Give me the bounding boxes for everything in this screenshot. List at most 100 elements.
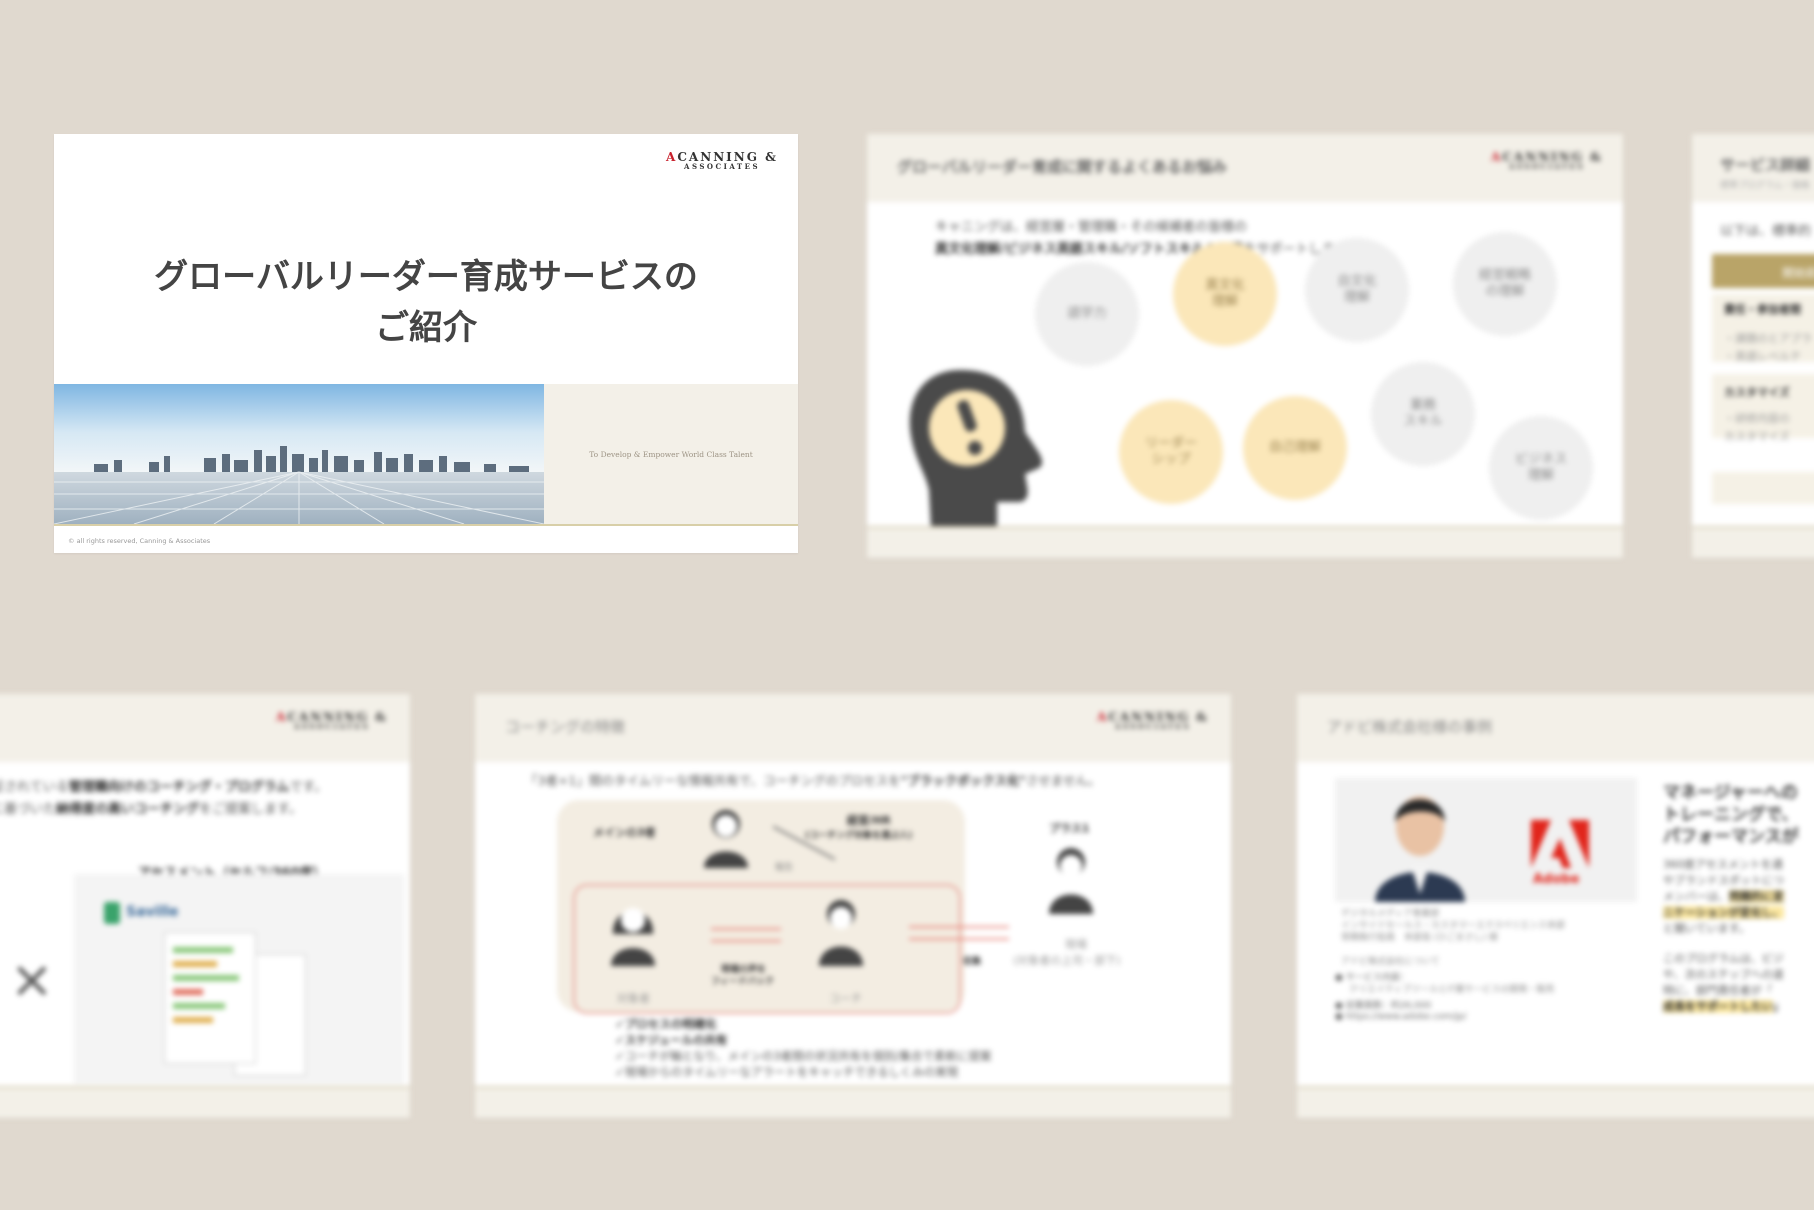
executive-label: 経営/HR bbox=[847, 814, 891, 827]
slide-header-title: サービス詳細 bbox=[1720, 156, 1811, 174]
intro-bold: "ブラックボックス化" bbox=[900, 773, 1026, 788]
bullet-3: ✓コーチが軸となり、メインの3者間の状況共有を個別/集合で柔軟に提案 bbox=[615, 1049, 992, 1063]
assessment-panel: Saville bbox=[74, 874, 404, 1084]
section2-item2: カスタマイズ bbox=[1724, 430, 1790, 443]
target-label: 対象者 bbox=[617, 992, 650, 1005]
skill-circle-intercultural: 異文化 理解 bbox=[1173, 242, 1277, 346]
case-photo: Adobe bbox=[1335, 778, 1637, 902]
skill-circle-business-understanding: ビジネス 理解 bbox=[1489, 416, 1593, 520]
target-person-icon bbox=[605, 894, 661, 970]
case-body-2: やブランドスポットにつ bbox=[1663, 874, 1784, 887]
slide-title-line1: グローバルリーダー育成サービスの bbox=[154, 257, 698, 297]
slide-title-line2: ご紹介 bbox=[375, 308, 477, 348]
intro-line2-pre: タに基づいた bbox=[0, 802, 57, 817]
field-person-icon bbox=[1043, 842, 1099, 918]
slide-footer bbox=[1297, 1088, 1814, 1118]
slide-header-sub: 標準プログラム・価格 bbox=[1720, 181, 1810, 191]
case-body-3-mark: 問題的に変 bbox=[1729, 890, 1784, 903]
field-label: 現場 bbox=[1065, 938, 1087, 951]
slide-header-title: アドビ株式会社様の事例 bbox=[1327, 718, 1493, 736]
executive-sublabel: (コーチング対象を選ぶ人) bbox=[805, 831, 913, 841]
skill-circle-leadership: リーダー シップ bbox=[1119, 400, 1223, 504]
collect-arrow-top bbox=[909, 926, 1009, 928]
about-title: アドビ株式会社について bbox=[1341, 957, 1440, 967]
section1-item1: ・課題のとアプラ bbox=[1724, 332, 1812, 345]
skill-circle-strategy: 経営戦略 の理解 bbox=[1453, 232, 1557, 336]
case-body-7: や、次のステップへの道 bbox=[1663, 968, 1784, 981]
skill-circle-self-understanding: 自己理解 bbox=[1243, 396, 1347, 500]
saville-brand: Saville bbox=[126, 904, 179, 920]
logo-line2: ASSOCIATES bbox=[294, 722, 371, 731]
city-skyline-image bbox=[54, 384, 545, 525]
intro-line1: キャニングは、経営層・管理職・その候補者の皆様の bbox=[935, 220, 1248, 235]
concerns-slide[interactable]: グローバルリーダー育成に関するよくあるお悩み ACANNING & ASSOCI… bbox=[867, 134, 1623, 558]
head-alert-icon bbox=[901, 362, 1051, 536]
intro-post: させません。 bbox=[1025, 773, 1101, 788]
assessment-slide[interactable]: ACANNING & ASSOCIATES 実証されている管理職向けのコーチング… bbox=[0, 694, 410, 1118]
case-body-9: 成長をサポートしたい」 bbox=[1663, 998, 1784, 1014]
executive-person-icon bbox=[700, 806, 752, 872]
url-item: ● https://www.adobe.com/jp/ bbox=[1335, 1012, 1467, 1022]
service-detail-slide[interactable]: サービス詳細 標準プログラム・価格 以下は、標準的 開始前 責任・参加者間 ・課… bbox=[1692, 134, 1814, 558]
case-body-6: このプログラムは、ビジ bbox=[1663, 952, 1784, 965]
canning-logo: ACANNING & ASSOCIATES bbox=[1097, 710, 1209, 731]
canning-logo: ACANNING & ASSOCIATES bbox=[666, 151, 778, 170]
skill-circle-language: 語学力 bbox=[1035, 262, 1139, 366]
caption-line3: 常務執行役員 本部長 (ひごまさし) 様 bbox=[1341, 933, 1498, 943]
collect-label: 収集 bbox=[963, 957, 982, 967]
start-button[interactable]: 開始前 bbox=[1712, 254, 1814, 288]
intro-line2-post: をご提案します。 bbox=[199, 802, 302, 817]
intro-line: 「3者+1」間のタイムリーな情報共有で、コーチングのプロセスを"ブラックボックス… bbox=[525, 770, 1100, 789]
times-symbol: × bbox=[10, 950, 54, 1010]
employee-label: 従業員数：約26,000 bbox=[1345, 1001, 1432, 1011]
logo-line2: ASSOCIATES bbox=[1509, 162, 1586, 171]
coach-label: コーチ bbox=[829, 992, 862, 1005]
adobe-url: https://www.adobe.com/jp/ bbox=[1345, 1012, 1467, 1022]
logo-line2: ASSOCIATES bbox=[1115, 722, 1192, 731]
bullet-1: ✓プロセスの明確化 bbox=[615, 1017, 717, 1031]
main-three-label: メインの3者 bbox=[593, 826, 656, 839]
intro-line2: タに基づいた納得度の高いコーチングをご提案します。 bbox=[0, 798, 302, 817]
coaching-features-slide[interactable]: コーチングの特徴 ACANNING & ASSOCIATES 「3者+1」間のタ… bbox=[475, 694, 1231, 1118]
slide-footer bbox=[867, 528, 1623, 558]
slide-footer bbox=[0, 1088, 410, 1118]
skill-circle-own-culture: 自文化 理解 bbox=[1305, 238, 1409, 342]
plus1-label: プラス1 bbox=[1049, 822, 1090, 835]
collect-arrow-bottom bbox=[909, 938, 1009, 940]
intro-line1-bold: 管理職向けのコーチング・プログラム bbox=[68, 780, 290, 795]
case-body-4-mark: ニケーションが変化し、 bbox=[1663, 906, 1784, 919]
intro-text: 以下は、標準的 bbox=[1720, 224, 1812, 239]
tagline: To Develop & Empower World Class Talent bbox=[589, 450, 753, 459]
bullet-2: ✓スケジュールの共有 bbox=[615, 1033, 728, 1047]
logo-a-accent: A bbox=[666, 150, 678, 164]
employee-item: ● 従業員数：約26,000 bbox=[1335, 1001, 1432, 1011]
report-page-front bbox=[164, 932, 256, 1064]
executive-portrait bbox=[1365, 782, 1475, 906]
footer-copyright: © all rights reserved, Canning & Associa… bbox=[68, 537, 211, 545]
bullet-4: ✓現場からのタイムリーなアラートをキャッチできるしくみの実現 bbox=[615, 1065, 959, 1079]
section2-title: カスタマイズ bbox=[1724, 386, 1790, 399]
adobe-logo-icon bbox=[1531, 820, 1589, 868]
skill-circle-business-skill: 業務 スキル bbox=[1371, 362, 1475, 466]
case-body-9-post: 」 bbox=[1773, 1000, 1784, 1013]
case-body-5: と聞いています。 bbox=[1663, 922, 1750, 935]
adobe-case-slide[interactable]: アドビ株式会社様の事例 Adobe デジタルメディア事業部 インサイドセールス・… bbox=[1297, 694, 1814, 1118]
canning-logo: ACANNING & ASSOCIATES bbox=[1491, 150, 1603, 171]
coach-person-icon bbox=[813, 894, 869, 970]
service-detail: クリエイティブツールとIT業サービスの開発・販売 bbox=[1349, 985, 1555, 995]
intro-line1-pre: 実証されている bbox=[0, 780, 69, 795]
case-body-4: ニケーションが変化し、 bbox=[1663, 904, 1784, 920]
case-body-1: 360度アセスメントを通 bbox=[1663, 858, 1783, 871]
case-body-8: 特に、部門責任者が「 bbox=[1663, 984, 1773, 997]
case-body-3-text: メンバーは、 bbox=[1663, 890, 1729, 903]
adobe-brand: Adobe bbox=[1533, 872, 1580, 887]
slide-footer bbox=[475, 1088, 1231, 1118]
report-label: 報告 bbox=[775, 863, 794, 873]
title-slide[interactable]: ACANNING & ASSOCIATES グローバルリーダー育成サービスの ご… bbox=[54, 134, 798, 553]
field-sublabel: (対象者の上司・部下) bbox=[1013, 954, 1121, 967]
section2-item1: ・研修内容の bbox=[1724, 412, 1790, 425]
intro-line1-post: です。 bbox=[289, 780, 327, 795]
intro-line2-bold: 納得度の高いコーチング bbox=[56, 802, 200, 817]
section-box-3 bbox=[1712, 472, 1814, 504]
section1-item2: ・英語レベルテ bbox=[1724, 350, 1801, 363]
